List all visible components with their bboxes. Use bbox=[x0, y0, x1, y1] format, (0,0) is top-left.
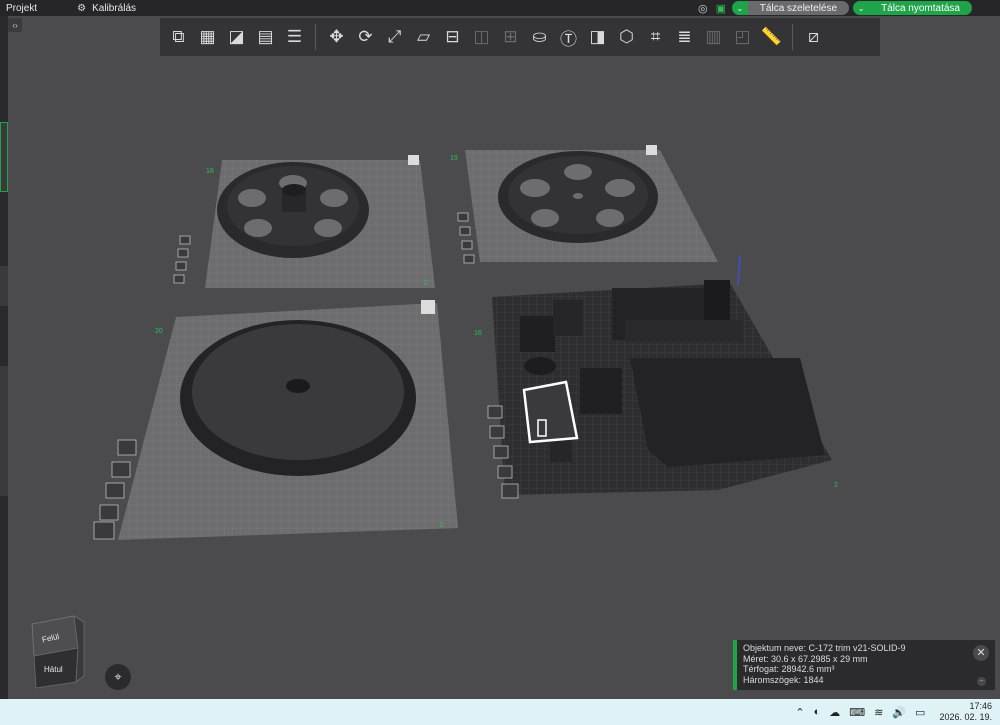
boolean-icon[interactable]: ⌗ bbox=[641, 22, 670, 52]
seam-paint-icon[interactable]: ⊞ bbox=[496, 22, 525, 52]
clock[interactable]: 17:46 2026. 02. 19. bbox=[939, 701, 992, 723]
variable-layer-icon[interactable]: ▥ bbox=[699, 22, 728, 52]
layers-icon[interactable]: ☰ bbox=[280, 22, 309, 52]
wifi-icon[interactable]: ≋ bbox=[874, 706, 883, 719]
plate-number: 19 bbox=[450, 155, 458, 162]
calibration-icon: ⚙ bbox=[77, 2, 87, 14]
z-axis-indicator bbox=[737, 254, 741, 286]
slice-plate-label: Tálca szeletelése bbox=[747, 1, 850, 15]
support-paint-icon[interactable]: ◫ bbox=[467, 22, 496, 52]
object-name: Objektum neve: C-172 trim v21-SOLID-9 bbox=[743, 643, 906, 653]
split-objects-icon[interactable]: ◰ bbox=[728, 22, 757, 52]
toolbar-divider bbox=[792, 24, 793, 50]
auto-orient-icon[interactable]: ◪ bbox=[222, 22, 251, 52]
chevron-down-icon[interactable]: ⌄ bbox=[853, 1, 870, 15]
volume-icon[interactable]: 🔊 bbox=[892, 706, 906, 719]
arrange-icon[interactable]: ▤ bbox=[251, 22, 280, 52]
close-icon[interactable]: ✕ bbox=[973, 645, 989, 661]
clock-date: 2026. 02. 19. bbox=[939, 712, 992, 722]
view-settings-icon[interactable]: ⧄ bbox=[799, 22, 828, 52]
print-plate-button[interactable]: ⌄ Tálca nyomtatása bbox=[853, 1, 972, 15]
measure-icon[interactable]: ◨ bbox=[583, 22, 612, 52]
system-tray: ⌃ ◐ ☁ ⌨ ≋ 🔊 ▭ bbox=[795, 706, 925, 719]
plate-number: 16 bbox=[474, 330, 482, 337]
move-icon[interactable]: ✥ bbox=[322, 22, 351, 52]
object-triangles: Háromszögek: 1844 bbox=[743, 674, 824, 685]
object-info-panel: Objektum neve: C-172 trim v21-SOLID-9 Mé… bbox=[733, 640, 995, 690]
menu-calibration-label: Kalibrálás bbox=[92, 2, 137, 14]
gear-object[interactable] bbox=[498, 151, 658, 243]
3d-viewport[interactable]: 18 2 19 20 2 16 2 bbox=[0, 56, 1000, 699]
slice-layers-icon[interactable]: ≣ bbox=[670, 22, 699, 52]
top-menu-bar: Projekt ⚙ Kalibrálás ◎ ▣ ⌄ Tálca szelete… bbox=[0, 0, 1000, 16]
keyboard-icon[interactable]: ⌨ bbox=[849, 706, 865, 719]
chevron-down-icon[interactable]: ⌄ bbox=[731, 1, 748, 15]
grid-add-icon[interactable]: ▦ bbox=[193, 22, 222, 52]
scale-icon[interactable]: ⤢ bbox=[380, 22, 409, 52]
cut-icon[interactable]: ⊟ bbox=[438, 22, 467, 52]
main-toolbar: ⧉ ▦ ◪ ▤ ☰ ✥ ⟳ ⤢ ⏥ ⊟ ◫ ⊞ ⛀ Ⓣ ◨ ⬡ ⌗ ≣ ▥ ◰ … bbox=[160, 18, 880, 56]
top-right-actions: ◎ ▣ ⌄ Tálca szeletelése ⌄ Tálca nyomtatá… bbox=[696, 0, 972, 16]
gear-object[interactable] bbox=[217, 162, 369, 258]
zoom-fit-icon[interactable]: ⌖ bbox=[105, 664, 131, 690]
plate-menu-icon[interactable] bbox=[408, 155, 419, 165]
plate-number: 20 bbox=[155, 328, 163, 335]
view-cube-front-label: Hátul bbox=[44, 665, 63, 674]
toolbar-divider bbox=[315, 24, 316, 50]
collapse-icon[interactable]: – bbox=[977, 677, 986, 686]
app-tray-icon[interactable]: ◐ bbox=[814, 706, 821, 718]
view-cube[interactable]: Felül Hátul bbox=[26, 610, 86, 690]
text-icon[interactable]: Ⓣ bbox=[554, 22, 583, 52]
color-paint-icon[interactable]: ⛀ bbox=[525, 22, 554, 52]
plate-number: 18 bbox=[206, 168, 214, 175]
ruler-icon[interactable]: 📏 bbox=[757, 22, 786, 52]
rotate-icon[interactable]: ⟳ bbox=[351, 22, 380, 52]
menu-calibration[interactable]: ⚙ Kalibrálás bbox=[71, 0, 142, 16]
chevron-up-icon[interactable]: ⌃ bbox=[795, 706, 804, 719]
menu-project-label: Projekt bbox=[6, 2, 38, 14]
target-icon[interactable]: ◎ bbox=[696, 1, 710, 15]
slice-plate-button[interactable]: ⌄ Tálca szeletelése bbox=[731, 1, 850, 15]
cloud-icon[interactable]: ☁ bbox=[829, 706, 840, 719]
device-icon[interactable]: ▣ bbox=[714, 1, 728, 15]
battery-icon[interactable]: ▭ bbox=[915, 706, 925, 719]
assembly-icon[interactable]: ⬡ bbox=[612, 22, 641, 52]
clock-time: 17:46 bbox=[969, 701, 992, 711]
add-cube-icon[interactable]: ⧉ bbox=[164, 22, 193, 52]
object-volume: Térfogat: 28942.6 mm³ bbox=[743, 664, 835, 674]
plate-corner-mark: 2 bbox=[440, 522, 444, 529]
disc-gear-object[interactable] bbox=[180, 320, 416, 476]
plate-corner-mark: 2 bbox=[424, 280, 428, 287]
print-plate-label: Tálca nyomtatása bbox=[869, 1, 972, 15]
bambu-studio-window: Projekt ⚙ Kalibrálás ◎ ▣ ⌄ Tálca szelete… bbox=[0, 0, 1000, 725]
plate-menu-icon[interactable] bbox=[421, 300, 435, 314]
lay-flat-icon[interactable]: ⏥ bbox=[409, 22, 438, 52]
menu-project[interactable]: Projekt bbox=[0, 0, 43, 16]
plate-corner-mark: 2 bbox=[834, 482, 838, 489]
object-size: Méret: 30.6 x 67.2985 x 29 mm bbox=[743, 653, 868, 664]
sidebar-collapse-icon[interactable]: ‹› bbox=[8, 18, 22, 32]
os-taskbar: ⌃ ◐ ☁ ⌨ ≋ 🔊 ▭ 17:46 2026. 02. 19. bbox=[0, 699, 1000, 725]
plate-menu-icon[interactable] bbox=[646, 145, 657, 155]
